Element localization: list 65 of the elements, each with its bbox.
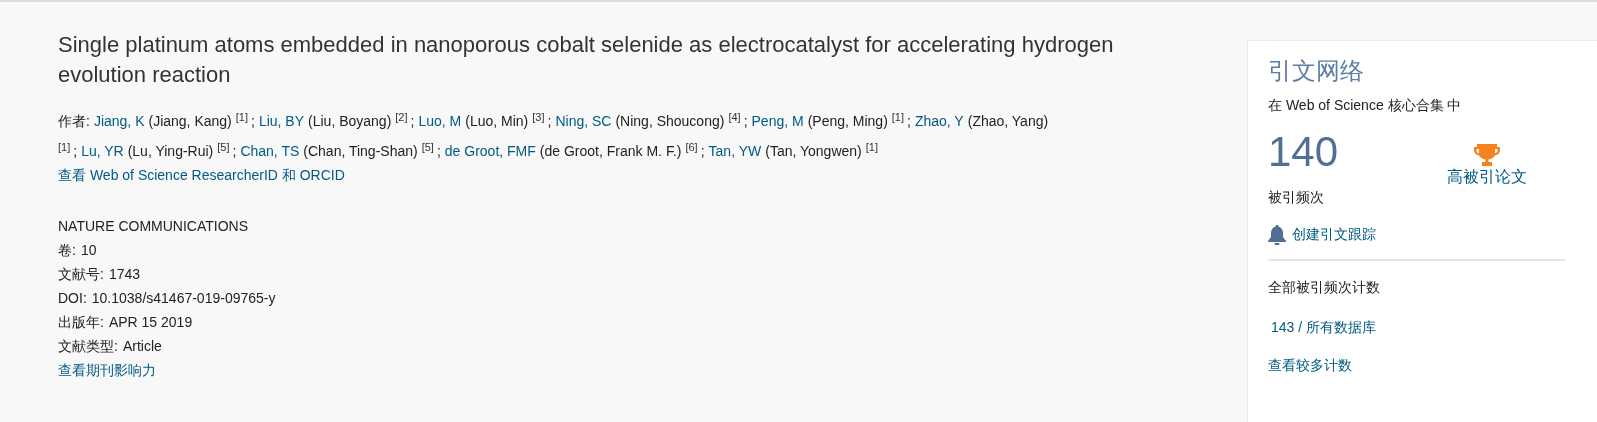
author-full-name: (Tan, Yongwen) xyxy=(765,143,862,159)
author-full-name: (Chan, Ting-Shan) xyxy=(303,143,418,159)
affiliation-link[interactable]: [1] xyxy=(891,111,905,123)
separator: ; xyxy=(73,143,78,159)
affiliation-link[interactable]: [1] xyxy=(235,111,248,123)
author-full-name: (Zhao, Yang) xyxy=(967,113,1049,129)
field-value: 1743 xyxy=(108,266,141,282)
author-full-name: (Liu, Boyang) xyxy=(308,113,392,129)
all-citations-label: 全部被引频次计数 xyxy=(1268,279,1381,297)
journal-impact-link[interactable]: 查看期刊影响力 xyxy=(58,362,156,378)
field-label: 文献类型: xyxy=(58,338,118,354)
author-link[interactable]: Luo, M xyxy=(418,113,462,129)
separator: ; xyxy=(907,113,911,129)
field-label: 文献号: xyxy=(58,266,104,282)
authors-label: 作者: xyxy=(58,113,90,129)
field-value: APR 15 2019 xyxy=(108,314,193,330)
separator: ; xyxy=(547,113,552,129)
affiliation-link[interactable]: [2] xyxy=(395,111,408,123)
separator: ; xyxy=(251,113,255,129)
author-link[interactable]: Tan, YW xyxy=(708,143,762,159)
field-label: 卷: xyxy=(58,242,76,258)
author-full-name: (Peng, Ming) xyxy=(807,113,888,129)
separator: ; xyxy=(410,113,415,129)
field-label: 出版年: xyxy=(58,314,104,330)
panel-title: 引文网络 xyxy=(1268,56,1365,86)
field-value: Article xyxy=(122,338,162,354)
author-link[interactable]: Liu, BY xyxy=(258,113,305,129)
author-link[interactable]: Chan, TS xyxy=(240,143,300,159)
affiliation-link[interactable]: [1] xyxy=(58,141,71,153)
highly-cited-link[interactable]: 高被引论文 xyxy=(1447,167,1527,188)
author-full-name: (de Groot, Frank M. F.) xyxy=(539,143,682,159)
researcher-id-link[interactable]: 查看 Web of Science ResearcherID 和 ORCID xyxy=(58,164,1138,186)
citation-count-label: 被引频次 xyxy=(1268,189,1325,207)
bell-icon xyxy=(1268,225,1286,245)
separator: ; xyxy=(232,143,237,159)
field-value: 10.1038/s41467-019-09765-y xyxy=(91,290,276,306)
field-value: 10 xyxy=(80,242,97,258)
author-full-name: (Ning, Shoucong) xyxy=(615,113,725,129)
author-link[interactable]: Ning, SC xyxy=(555,113,612,129)
journal-name: NATURE COMMUNICATIONS xyxy=(58,217,250,236)
citation-count: 140 xyxy=(1268,127,1339,177)
author-link[interactable]: Lu, YR xyxy=(81,143,124,159)
affiliation-link[interactable]: [3] xyxy=(532,111,545,123)
field-label: DOI: xyxy=(58,290,87,306)
separator: ; xyxy=(700,143,705,159)
affiliation-link[interactable]: [5] xyxy=(421,141,434,153)
more-counts-link[interactable]: 查看较多计数 xyxy=(1268,357,1577,375)
affiliation-link[interactable]: [5] xyxy=(217,141,230,153)
author-full-name: (Jiang, Kang) xyxy=(148,113,232,129)
author-link[interactable]: Zhao, Y xyxy=(914,113,964,129)
author-full-name: (Lu, Ying-Rui) xyxy=(127,143,214,159)
panel-subtitle: 在 Web of Science 核心合集 中 xyxy=(1268,97,1463,115)
separator: ; xyxy=(743,113,748,129)
create-alert-link[interactable]: 创建引文跟踪 xyxy=(1292,226,1376,244)
author-link[interactable]: Peng, M xyxy=(751,113,804,129)
author-full-name: (Luo, Min) xyxy=(465,113,529,129)
all-databases-link[interactable]: 143 / 所有数据库 xyxy=(1271,319,1577,337)
separator: ; xyxy=(436,143,441,159)
affiliation-link[interactable]: [4] xyxy=(728,111,741,123)
author-link[interactable]: de Groot, FMF xyxy=(444,143,536,159)
affiliation-link[interactable]: [6] xyxy=(685,141,698,153)
trophy-icon xyxy=(1474,143,1500,167)
article-title: Single platinum atoms embedded in nanoporous cobalt selenide as electrocatalyst for accelerating hydrogen evolution reaction xyxy=(58,31,1115,89)
affiliation-link[interactable]: [1] xyxy=(865,141,878,153)
author-link[interactable]: Jiang, K xyxy=(93,113,145,129)
